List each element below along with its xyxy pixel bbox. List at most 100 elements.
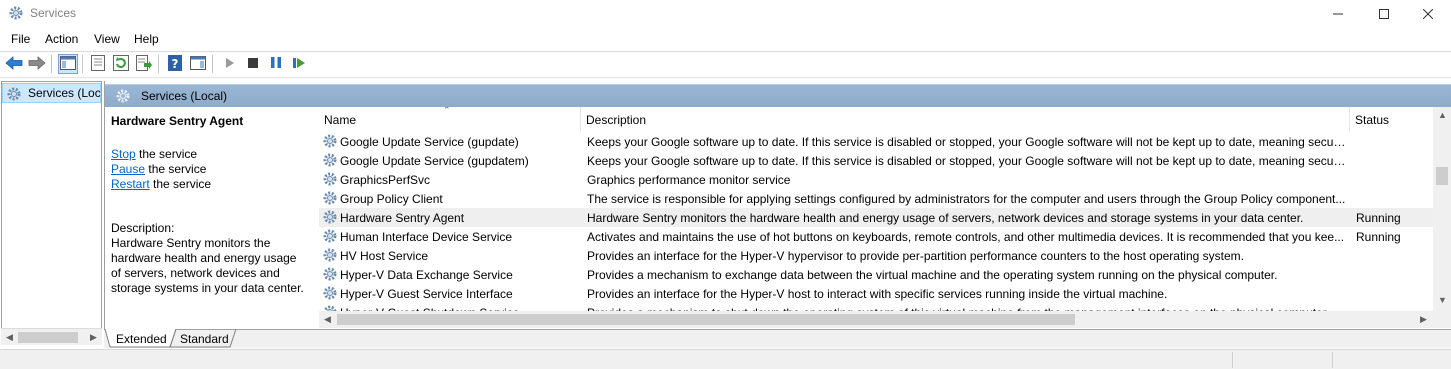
menu-view[interactable]: View	[94, 32, 120, 46]
toolbar: ?	[0, 52, 1451, 76]
tree-horizontal-scrollbar[interactable]: ◀ ▶	[1, 328, 102, 345]
gear-icon	[322, 285, 338, 304]
service-name-cell: Google Update Service (gupdatem)	[340, 154, 529, 168]
service-description-cell: Keeps your Google software up to date. I…	[587, 135, 1347, 149]
menu-help[interactable]: Help	[134, 32, 159, 46]
show-hide-action-pane-icon	[190, 55, 206, 73]
title-bar: Services	[0, 0, 1451, 28]
gear-icon	[322, 266, 338, 285]
service-name-cell: Group Policy Client	[340, 192, 443, 206]
gear-icon	[322, 209, 338, 228]
sort-ascending-icon: ⌃	[443, 107, 451, 115]
table-row[interactable]: Hyper-V Guest Service Interface Provides …	[319, 284, 1433, 303]
status-divider	[1332, 352, 1333, 368]
gear-icon	[322, 152, 338, 171]
toolbar-divider	[0, 77, 1451, 78]
table-row[interactable]: Google Update Service (gupdatem) Keeps yo…	[319, 151, 1433, 170]
table-row[interactable]: HV Host Service Provides an interface for…	[319, 246, 1433, 265]
service-name-cell: Human Interface Device Service	[340, 230, 513, 244]
table-row[interactable]: Hardware Sentry Agent Hardware Sentry mon…	[319, 208, 1433, 227]
gear-icon	[6, 86, 22, 102]
properties-icon	[91, 54, 105, 74]
stop-service-button[interactable]	[243, 54, 263, 74]
forward-button[interactable]	[27, 54, 47, 74]
minimize-button[interactable]	[1315, 0, 1361, 28]
service-status-cell: Running	[1356, 211, 1401, 225]
table-row[interactable]: Google Update Service (gupdate) Keeps you…	[319, 132, 1433, 151]
show-hide-console-tree-button[interactable]	[58, 54, 78, 74]
menu-file[interactable]: File	[11, 32, 30, 46]
scroll-down-icon[interactable]: ▼	[1435, 295, 1450, 305]
scroll-right-icon[interactable]: ▶	[1416, 314, 1431, 325]
scrollbar-thumb[interactable]	[18, 332, 78, 343]
service-description-cell: Provides a mechanism to exchange data be…	[587, 268, 1278, 282]
description-label: Description:	[111, 221, 175, 235]
table-row[interactable]: Human Interface Device Service Activates …	[319, 227, 1433, 246]
stop-service-icon	[248, 57, 258, 71]
column-header-description[interactable]: Description	[581, 107, 1350, 131]
gear-icon	[322, 190, 338, 209]
start-service-button[interactable]	[220, 54, 240, 74]
action-suffix: the service	[145, 162, 207, 176]
list-horizontal-scrollbar[interactable]: ◀ ▶	[319, 311, 1433, 328]
maximize-icon	[1379, 9, 1389, 19]
service-name-cell: Hyper-V Data Exchange Service	[340, 268, 513, 282]
gear-icon	[322, 247, 338, 266]
properties-button[interactable]	[88, 54, 108, 74]
description-text: Hardware Sentry monitors the hardware he…	[111, 236, 304, 295]
toolbar-separator	[51, 55, 52, 73]
toolbar-separator	[158, 55, 159, 73]
pause-service-link[interactable]: Pause	[111, 162, 145, 176]
pause-service-button[interactable]	[266, 54, 286, 74]
table-row[interactable]: Hyper-V Guest Shutdown ServiceProvides a…	[319, 303, 1433, 311]
stop-service-link[interactable]: Stop	[111, 147, 136, 161]
action-suffix: the service	[149, 177, 212, 191]
column-label: Name	[324, 113, 357, 127]
svg-text:?: ?	[172, 57, 179, 71]
scroll-up-icon[interactable]: ▲	[1435, 110, 1450, 120]
service-name-cell: HV Host Service	[340, 249, 429, 263]
forward-arrow-icon	[28, 55, 46, 73]
service-description-cell: Provides an interface for the Hyper-V ho…	[587, 287, 1168, 301]
restart-service-link[interactable]: Restart	[111, 177, 150, 191]
console-tree: Services (Loca	[1, 81, 102, 345]
tab-standard[interactable]: Standard	[180, 330, 229, 348]
stop-action: Stop the service	[111, 147, 197, 162]
maximize-button[interactable]	[1361, 0, 1407, 28]
back-button[interactable]	[4, 54, 24, 74]
gear-icon	[322, 171, 338, 190]
close-button[interactable]	[1405, 0, 1451, 28]
start-service-icon	[225, 57, 235, 72]
service-description-cell: Activates and maintains the use of hot b…	[587, 230, 1345, 244]
table-row[interactable]: GraphicsPerfSvc Graphics performance moni…	[319, 170, 1433, 189]
list-vertical-scrollbar[interactable]: ▲ ▼	[1433, 107, 1451, 311]
scrollbar-thumb[interactable]	[337, 314, 1075, 325]
scroll-left-icon[interactable]: ◀	[2, 332, 17, 343]
menu-action[interactable]: Action	[45, 32, 78, 46]
service-description-cell: Keeps your Google software up to date. I…	[587, 154, 1347, 168]
scroll-right-icon[interactable]: ▶	[86, 332, 101, 343]
pane-header: Services (Local)	[105, 84, 1451, 107]
service-description-cell: The service is responsible for applying …	[587, 192, 1346, 206]
column-header-name[interactable]: Name ⌃	[319, 107, 581, 131]
restart-service-icon	[293, 57, 305, 72]
column-header-status[interactable]: Status	[1350, 107, 1433, 131]
tree-item-services-local[interactable]: Services (Loca	[2, 83, 101, 103]
scrollbar-thumb[interactable]	[1436, 167, 1448, 185]
restart-service-button[interactable]	[289, 54, 309, 74]
table-row[interactable]: Group Policy Client The service is respon…	[319, 189, 1433, 208]
pause-service-icon	[271, 57, 281, 71]
action-suffix: the service	[135, 147, 198, 161]
scroll-left-icon[interactable]: ◀	[320, 314, 335, 325]
export-list-icon	[136, 54, 152, 74]
show-hide-action-pane-button[interactable]	[188, 54, 208, 74]
help-button[interactable]: ?	[165, 54, 185, 74]
table-row[interactable]: Hyper-V Data Exchange Service Provides a …	[319, 265, 1433, 284]
gear-icon	[322, 228, 338, 247]
tab-extended[interactable]: Extended	[116, 330, 167, 348]
gear-icon	[115, 88, 131, 107]
export-list-button[interactable]	[134, 54, 154, 74]
service-name-cell: Google Update Service (gupdate)	[340, 135, 519, 149]
refresh-button[interactable]	[111, 54, 131, 74]
restart-action: Restart the service	[111, 177, 211, 192]
